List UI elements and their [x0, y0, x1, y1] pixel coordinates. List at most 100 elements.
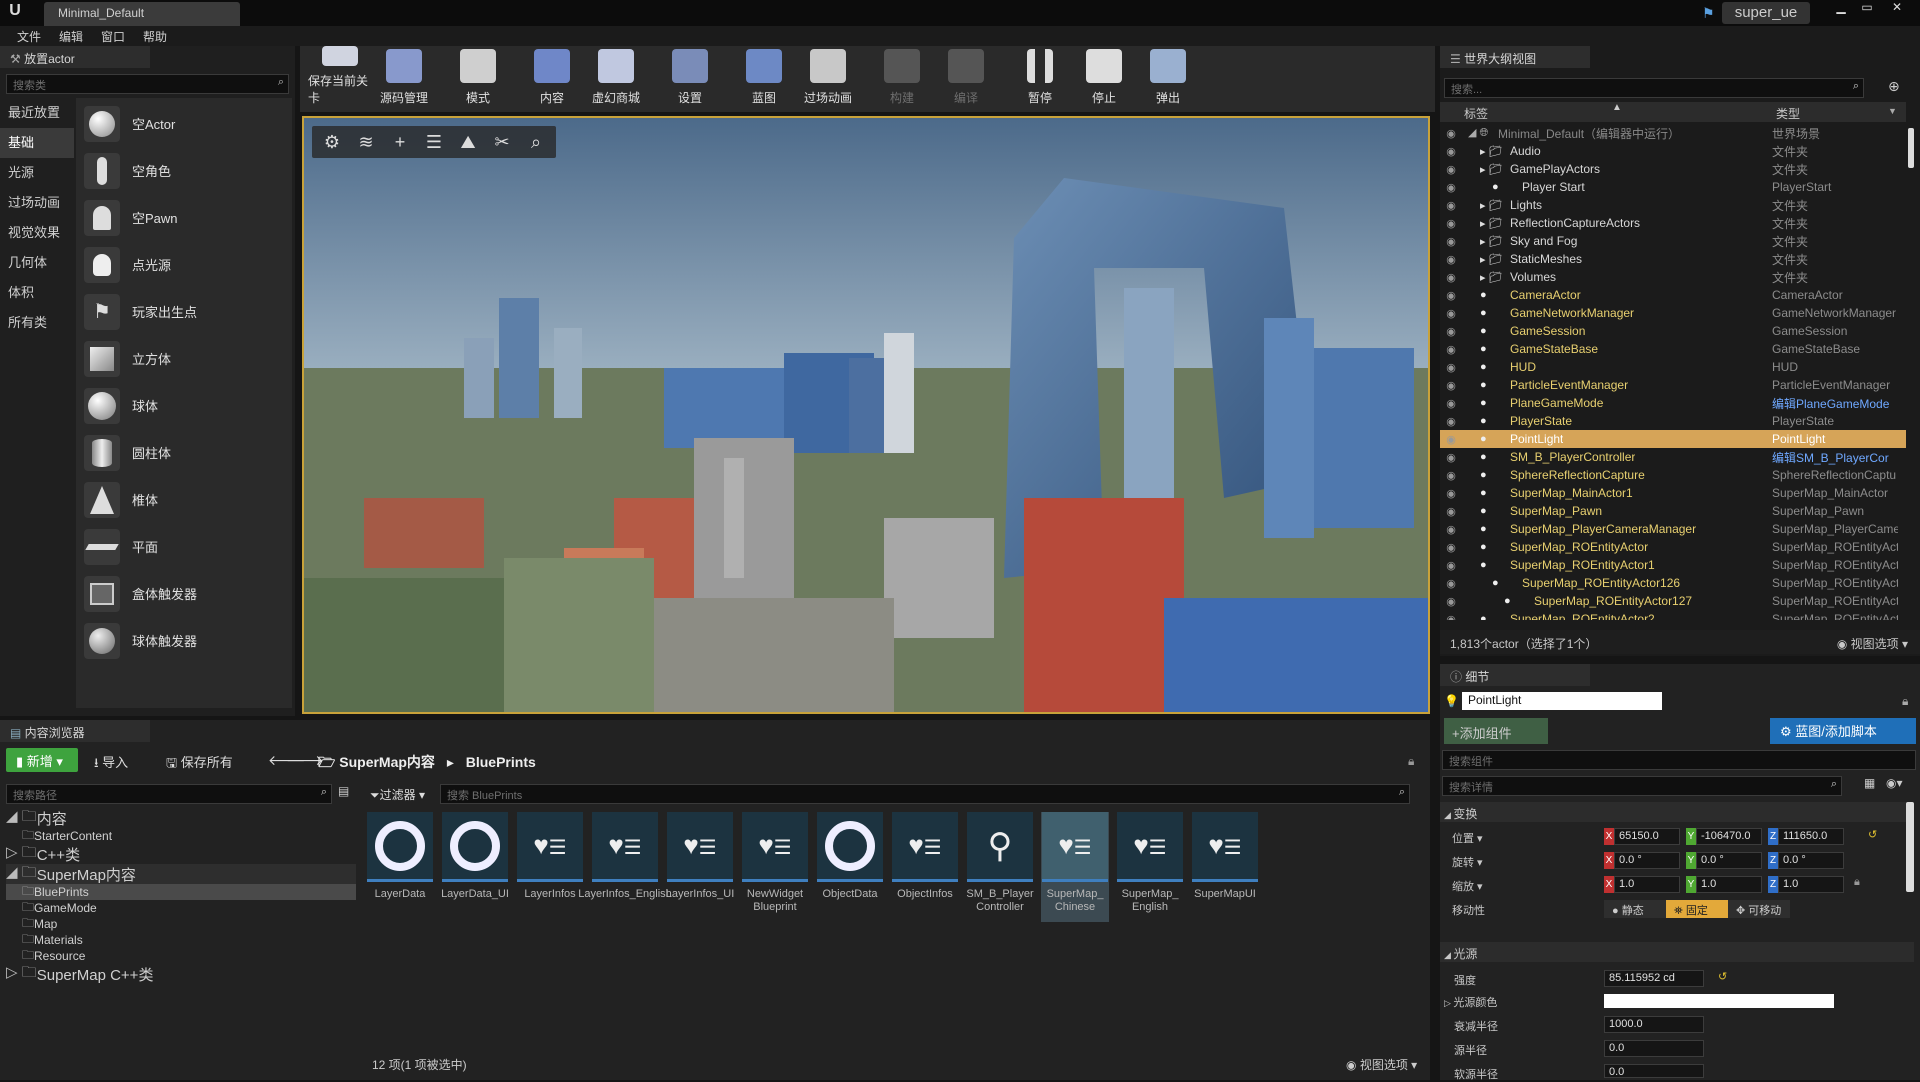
breadcrumb-item-blueprints[interactable]: BluePrints [466, 754, 536, 770]
visibility-eye-icon[interactable]: ◉ [1440, 271, 1462, 284]
folder-tree-item[interactable]: 🗀 Map [6, 916, 356, 932]
asset-tile[interactable]: LayerData [366, 812, 434, 922]
toolbar-button-build[interactable]: 构建 [870, 46, 934, 112]
outliner-row[interactable]: ◉ ● SuperMap_ROEntityActor126 SuperMap_ROEn… [1440, 574, 1906, 592]
rotation-label[interactable]: 旋转 ▾ [1452, 854, 1483, 870]
visibility-eye-icon[interactable]: ◉ [1440, 361, 1462, 374]
toolbar-button-blueprint[interactable]: 蓝图 [732, 46, 796, 112]
outliner-row[interactable]: ◉ ● SM_B_PlayerController 编辑SM_B_PlayerCor [1440, 448, 1906, 466]
outliner-row[interactable]: ◉ ● GameSession GameSession [1440, 322, 1906, 340]
folder-tree-item[interactable]: 🗀 StarterContent [6, 828, 356, 844]
rotation-x-field[interactable]: 0.0 ° [1614, 852, 1680, 869]
place-item-box-trigger[interactable]: 盒体触发器 [76, 570, 292, 617]
outliner-search-input[interactable]: 搜索... ⌕ [1444, 78, 1864, 98]
visibility-eye-icon[interactable]: ◉ [1440, 505, 1462, 518]
visibility-eye-icon[interactable]: ◉ [1440, 127, 1462, 140]
visibility-eye-icon[interactable]: ◉ [1440, 235, 1462, 248]
outliner-row[interactable]: ◉ ● SuperMap_PlayerCameraManager SuperMap_P… [1440, 520, 1906, 538]
import-button[interactable]: ⭳ 导入 [94, 752, 128, 776]
toolbar-button-eject[interactable]: 弹出 [1136, 46, 1200, 112]
outliner-row[interactable]: ◉ ▸ 📁︎ Sky and Fog 文件夹 [1440, 232, 1906, 250]
place-item-plane[interactable]: 平面 [76, 523, 292, 570]
toolbar-button-source-control[interactable]: 源码管理 [372, 46, 436, 112]
place-item-sphere-trigger[interactable]: 球体触发器 [76, 617, 292, 664]
visibility-eye-icon[interactable]: ◉ [1440, 487, 1462, 500]
folder-tree-item[interactable]: 🗀 Resource [6, 948, 356, 964]
category-visual-effects[interactable]: 视觉效果 [0, 218, 74, 248]
feedback-flag-icon[interactable]: ⚑ [1702, 5, 1715, 22]
outliner-row[interactable]: ◉ ● GameNetworkManager GameNetworkManager [1440, 304, 1906, 322]
folder-tree-item[interactable]: 🗀 GameMode [6, 900, 356, 916]
minimize-button[interactable]: ▁ [1830, 0, 1852, 16]
outliner-scrollbar[interactable] [1906, 124, 1916, 620]
outliner-row[interactable]: ◉ ● SuperMap_ROEntityActor SuperMap_ROEntit… [1440, 538, 1906, 556]
menu-edit[interactable]: 编辑 [50, 26, 92, 46]
close-button[interactable]: ✕ [1884, 0, 1910, 16]
intensity-field[interactable]: 85.115952 cd [1604, 970, 1704, 987]
outliner-row[interactable]: ◉ ▸ 📁︎ ReflectionCaptureActors 文件夹 [1440, 214, 1906, 232]
outliner-row-type[interactable]: 编辑PlaneGameMode [1772, 395, 1898, 412]
filters-button[interactable]: ⏷过滤器 ▾ [370, 786, 425, 803]
gear-icon[interactable]: ⚙ [318, 130, 346, 154]
outliner-row[interactable]: ◉ ● SphereReflectionCapture SphereReflectio… [1440, 466, 1906, 484]
world-outliner-tab[interactable]: ☰ 世界大纲视图 [1440, 46, 1590, 68]
visibility-eye-icon[interactable]: ◉ [1440, 145, 1462, 158]
visibility-eye-icon[interactable]: ◉ [1440, 613, 1462, 621]
eye-icon[interactable]: ◉▾ [1886, 776, 1903, 790]
folder-tree-item[interactable]: 🗀 Materials [6, 932, 356, 948]
visibility-eye-icon[interactable]: ◉ [1440, 577, 1462, 590]
scale-x-field[interactable]: 1.0 [1614, 876, 1680, 893]
reset-arrow-icon[interactable]: ↺ [1718, 970, 1727, 983]
place-item-sphere[interactable]: 球体 [76, 382, 292, 429]
asset-tile[interactable]: ♥☰ ObjectInfos [891, 812, 959, 922]
component-search-input[interactable]: 搜索组件 [1442, 750, 1916, 770]
visibility-eye-icon[interactable]: ◉ [1440, 397, 1462, 410]
visibility-eye-icon[interactable]: ◉ [1440, 433, 1462, 446]
category-all-classes[interactable]: 所有类 [0, 308, 74, 338]
category-recent[interactable]: 最近放置 [0, 98, 74, 128]
menu-help[interactable]: 帮助 [134, 26, 176, 46]
outliner-row[interactable]: ◉ ▸ 📁︎ StaticMeshes 文件夹 [1440, 250, 1906, 268]
place-item-empty-actor[interactable]: 空Actor [76, 100, 292, 147]
blueprint-add-script-button[interactable]: ⚙ 蓝图/添加脚本 [1770, 718, 1916, 744]
visibility-eye-icon[interactable]: ◉ [1440, 217, 1462, 230]
outliner-row[interactable]: ◉ ● SuperMap_MainActor1 SuperMap_MainActor [1440, 484, 1906, 502]
class-search-input[interactable]: 搜索类 ⌕ [6, 74, 289, 94]
toolbar-button-save[interactable]: 保存当前关卡 [308, 46, 372, 112]
folder-tree-item[interactable]: 🗀 BluePrints [6, 884, 356, 900]
outliner-row[interactable]: ◉ ▸ 📁︎ Audio 文件夹 [1440, 142, 1906, 160]
menu-window[interactable]: 窗口 [92, 26, 134, 46]
category-geometry[interactable]: 几何体 [0, 248, 74, 278]
location-z-field[interactable]: 111650.0 [1778, 828, 1844, 845]
toolbar-button-modes[interactable]: 模式 [446, 46, 510, 112]
place-item-cube[interactable]: 立方体 [76, 335, 292, 382]
place-actor-tab[interactable]: ⚒ 放置actor [0, 46, 150, 68]
path-search-input[interactable]: 搜索路径 ⌕ [6, 784, 332, 804]
outliner-row[interactable]: ◉ ● Player Start PlayerStart [1440, 178, 1906, 196]
magnifier-icon[interactable]: ⌕ [522, 130, 550, 154]
toolbar-button-cinematics[interactable]: 过场动画 [796, 46, 860, 112]
visibility-eye-icon[interactable]: ◉ [1440, 541, 1462, 554]
scale-z-field[interactable]: 1.0 [1778, 876, 1844, 893]
visibility-eye-icon[interactable]: ◉ [1440, 289, 1462, 302]
toolbar-button-content[interactable]: 内容 [520, 46, 584, 112]
asset-tile[interactable]: ♥☰ LayerInfos [516, 812, 584, 922]
folder-tree-item[interactable]: ◢ 🗀 内容 [6, 808, 356, 828]
actor-name-field[interactable]: PointLight [1462, 692, 1662, 710]
outliner-row[interactable]: ◉ ● PlaneGameMode 编辑PlaneGameMode [1440, 394, 1906, 412]
column-label-header[interactable]: 标签 [1464, 105, 1488, 122]
light-color-swatch[interactable] [1604, 994, 1834, 1008]
asset-tile[interactable]: LayerData_UI [441, 812, 509, 922]
outliner-row[interactable]: ◉ ▸ 📁︎ Volumes 文件夹 [1440, 268, 1906, 286]
details-scrollbar[interactable] [1906, 802, 1914, 892]
mobility-static-button[interactable]: ● 静态 [1604, 900, 1666, 918]
visibility-eye-icon[interactable]: ◉ [1440, 343, 1462, 356]
details-search-input[interactable]: 搜索详情 ⌕ [1442, 776, 1842, 796]
visibility-eye-icon[interactable]: ◉ [1440, 415, 1462, 428]
unreal-logo-icon[interactable]: U [4, 2, 26, 24]
content-browser-tab[interactable]: ▤ 内容浏览器 [0, 720, 150, 742]
place-item-cone[interactable]: 椎体 [76, 476, 292, 523]
outliner-row[interactable]: ◉ ● SuperMap_Pawn SuperMap_Pawn [1440, 502, 1906, 520]
asset-tile[interactable]: ♥☰ SuperMap_ English [1116, 812, 1184, 922]
visibility-eye-icon[interactable]: ◉ [1440, 379, 1462, 392]
